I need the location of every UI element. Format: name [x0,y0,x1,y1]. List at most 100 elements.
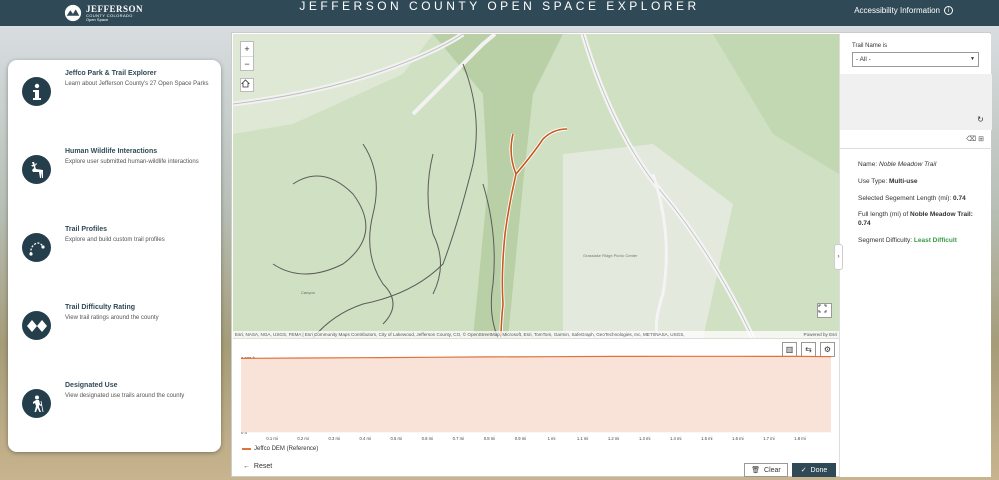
app-title: JEFFERSON COUNTY OPEN SPACE EXPLORER [299,0,700,13]
zoom-control: + − [240,41,254,71]
clear-label: Clear [764,466,781,474]
diamonds-icon [22,311,51,340]
use-value: Multi-use [888,178,918,185]
attribution-text: Esri, NASA, NGA, USGS, FEMA | Esri Commu… [235,332,685,337]
x-tick-label: 1 mi [548,436,556,441]
elevation-profile-panel: ▥ ⇆ ⚙ 6,000 ft4,000 ft2,000 ft0 ft 0.1 m… [233,338,839,477]
refresh-button[interactable]: ↻ [975,114,986,125]
x-tick-label: 0.9 mi [515,436,526,441]
x-tick-label: 1.6 mi [732,436,743,441]
fullscreen-icon [818,304,827,313]
x-tick-label: 0.2 mi [297,436,308,441]
divider [840,148,992,149]
card-desc: Explore and build custom trail profiles [65,237,165,243]
info-seg: Selected Segement Length (mi): 0.74 [858,194,988,203]
map-label-picnic: Grasslake Ridge Picnic Center [583,253,638,258]
chevron-right-icon: › [837,254,840,260]
chevron-down-icon: ▼ [970,56,975,62]
info-diff: Segment Difficulty: Least Difficult [858,236,978,245]
app-header: JEFFERSON COUNTY COLORADO Open Space JEF… [0,0,999,26]
full-value: 0.74 [858,220,871,227]
accessibility-label: Accessibility Information [854,6,940,15]
legend-swatch [242,448,251,450]
grid-icon[interactable]: ⊞ [978,136,986,143]
card-title: Jeffco Park & Trail Explorer [65,70,157,77]
diff-label: Segment Difficulty: [858,237,913,244]
info-use: Use Type: Multi-use [858,177,978,186]
clear-button[interactable]: 🗑 Clear [744,463,788,477]
main-window: Canyon Grasslake Ridge Picnic Center + −… [231,32,992,477]
card-human-wildlife[interactable]: Human Wildlife Interactions Explore user… [8,138,221,208]
info-full: Full length (mi) of Noble Meadow Trail: … [858,210,978,228]
x-tick-label: 0.4 mi [360,436,371,441]
map-view[interactable]: Canyon Grasslake Ridge Picnic Center + −… [233,34,839,338]
arrow-left-icon: ← [243,463,250,470]
card-trail-difficulty[interactable]: Trail Difficulty Rating View trail ratin… [8,294,221,364]
done-button[interactable]: ✓ Done [792,463,836,477]
refresh-icon: ↻ [977,115,984,124]
app-menu-panel: Jeffco Park & Trail Explorer Learn about… [8,60,221,452]
name-value: Noble Meadow Trail [878,161,937,168]
x-tick-label: 1.3 mi [639,436,650,441]
map-attribution: Esri, NASA, NGA, USGS, FEMA | Esri Commu… [233,331,839,338]
filter-results-area [840,74,992,130]
x-tick-label: 1.2 mi [608,436,619,441]
powered-by-link[interactable]: Powered by Esri [804,331,837,338]
info-circle-icon: i [944,6,953,15]
home-button[interactable] [240,78,254,92]
x-tick-label: 0.8 mi [484,436,495,441]
x-tick-label: 1.8 mi [794,436,805,441]
clear-selection-icon[interactable]: ⌫ [966,136,978,143]
x-tick-label: 0.3 mi [328,436,339,441]
legend-label: Jeffco DEM (Reference) [254,446,319,452]
map-label-canyon: Canyon [301,290,315,295]
zoom-out-button[interactable]: − [241,56,253,70]
seg-label: Selected Segement Length (mi): [858,195,952,202]
x-tick-label: 0.5 mi [391,436,402,441]
elevation-area [241,356,831,432]
collapse-panel-button[interactable]: › [834,244,843,270]
home-icon [241,79,250,88]
x-tick-label: 1.4 mi [670,436,681,441]
card-trail-profiles[interactable]: Trail Profiles Explore and build custom … [8,216,221,286]
done-label: Done [810,466,828,474]
zoom-in-button[interactable]: + [241,42,253,56]
reset-button[interactable]: ← Reset [243,463,272,470]
x-tick-label: 0.1 mi [266,436,277,441]
fullscreen-button[interactable] [817,303,832,318]
card-park-trail-explorer[interactable]: Jeffco Park & Trail Explorer Learn about… [8,60,221,130]
chart-legend: Jeffco DEM (Reference) [242,446,318,452]
filter-value: - All - [856,56,871,63]
x-tick-label: 1.5 mi [701,436,712,441]
elevation-chart[interactable]: 6,000 ft4,000 ft2,000 ft0 ft 0.1 mi0.2 m… [233,344,839,444]
trail-profile-icon [22,233,51,262]
seg-value: 0.74 [953,195,966,202]
logo-line3: Open Space [86,16,109,22]
diff-value: Least Difficult [913,237,957,244]
check-icon: ✓ [800,467,807,474]
accessibility-link[interactable]: Accessibility Information i [854,6,953,15]
card-title: Trail Profiles [65,226,108,233]
use-label: Use Type: [858,178,888,185]
x-tick-label: 0.7 mi [453,436,464,441]
name-label: Name: [858,161,878,168]
trail-name-select[interactable]: - All - ▼ [852,52,979,67]
full-label: Full length (mi) of [858,211,909,218]
trash-icon: 🗑 [751,467,761,474]
x-tick-label: 1.1 mi [577,436,588,441]
card-desc: Explore user submitted human-wildlife in… [65,159,199,165]
x-tick-label: 0.6 mi [422,436,433,441]
x-tick-label: 1.7 mi [763,436,774,441]
selection-tools: ⌫⊞ [966,135,986,143]
card-title: Designated Use [65,382,118,389]
hiker-icon [22,389,51,418]
card-title: Human Wildlife Interactions [65,148,158,155]
reset-label: Reset [253,463,273,470]
card-desc: Learn about Jefferson County's 27 Open S… [65,81,209,87]
info-name: Name: Noble Meadow Trail [858,160,978,169]
card-designated-use[interactable]: Designated Use View designated use trail… [8,372,221,442]
card-desc: View designated use trails around the co… [65,393,185,399]
basemap: Canyon Grasslake Ridge Picnic Center [233,34,839,338]
card-desc: View trail ratings around the county [65,315,159,321]
deer-icon [22,155,51,184]
